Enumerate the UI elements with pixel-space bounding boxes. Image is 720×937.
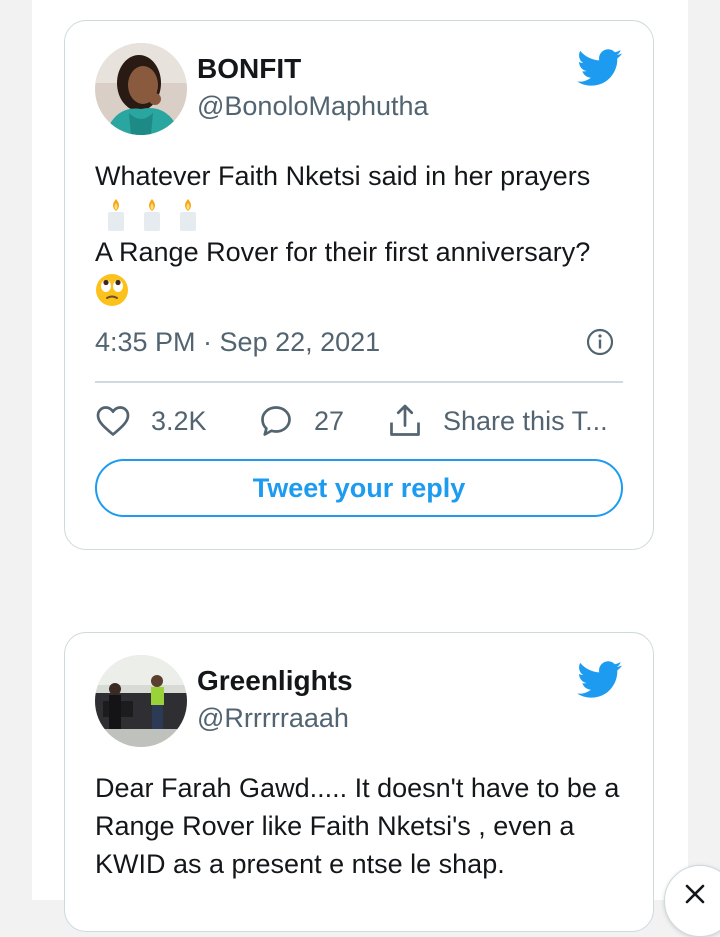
reply-count: 27 (314, 405, 345, 436)
speech-bubble-icon (261, 406, 291, 436)
display-name[interactable]: Greenlights (197, 665, 353, 697)
emoji-row (95, 195, 625, 233)
close-button[interactable] (664, 865, 720, 937)
candle-emoji (144, 199, 160, 231)
share-button[interactable]: Share this T... (387, 403, 608, 439)
user-handle[interactable]: @Rrrrrraaah (197, 703, 349, 734)
divider (95, 381, 623, 383)
tweet-your-reply-button[interactable]: Tweet your reply (95, 459, 623, 517)
heart-icon (96, 406, 130, 436)
share-label: Share this T... (443, 405, 608, 436)
tweet-text-line: A Range Rover for their first anniversar… (95, 237, 591, 267)
like-count: 3.2K (151, 405, 207, 436)
tweet-card[interactable]: Greenlights @Rrrrrraaah Dear Farah Gawd.… (64, 632, 654, 932)
face-with-rolling-eyes-emoji (96, 274, 128, 306)
candle-emoji (108, 199, 124, 231)
tweet-timestamp[interactable]: 4:35 PM · Sep 22, 2021 (95, 327, 380, 358)
reply-count-button[interactable]: 27 (258, 403, 387, 439)
tweet-text-line: Range Rover like Faith Nketsi's , even a (95, 811, 575, 841)
display-name[interactable]: BONFIT (197, 53, 301, 85)
tweet-card[interactable]: BONFIT @BonoloMaphutha Whatever Faith Nk… (64, 20, 654, 550)
like-button[interactable]: 3.2K (95, 403, 258, 439)
tweet-text-line: Dear Farah Gawd..... It doesn't have to … (95, 773, 620, 803)
emoji-row (95, 271, 625, 309)
avatar[interactable] (95, 43, 187, 135)
tweet-text: Whatever Faith Nketsi said in her prayer… (95, 157, 625, 309)
info-icon[interactable] (585, 327, 615, 357)
share-upload-icon (390, 404, 420, 436)
tweet-text-line: Whatever Faith Nketsi said in her prayer… (95, 161, 591, 191)
avatar[interactable] (95, 655, 187, 747)
close-icon (685, 884, 705, 904)
twitter-bird-icon[interactable] (577, 49, 623, 87)
user-handle[interactable]: @BonoloMaphutha (197, 91, 429, 122)
candle-emoji (180, 199, 196, 231)
tweet-actions: 3.2K 27 Share this T... (95, 399, 623, 443)
tweet-text-line: KWID as a present e ntse le shap. (95, 849, 505, 879)
twitter-bird-icon[interactable] (577, 661, 623, 699)
tweet-text: Dear Farah Gawd..... It doesn't have to … (95, 769, 625, 883)
